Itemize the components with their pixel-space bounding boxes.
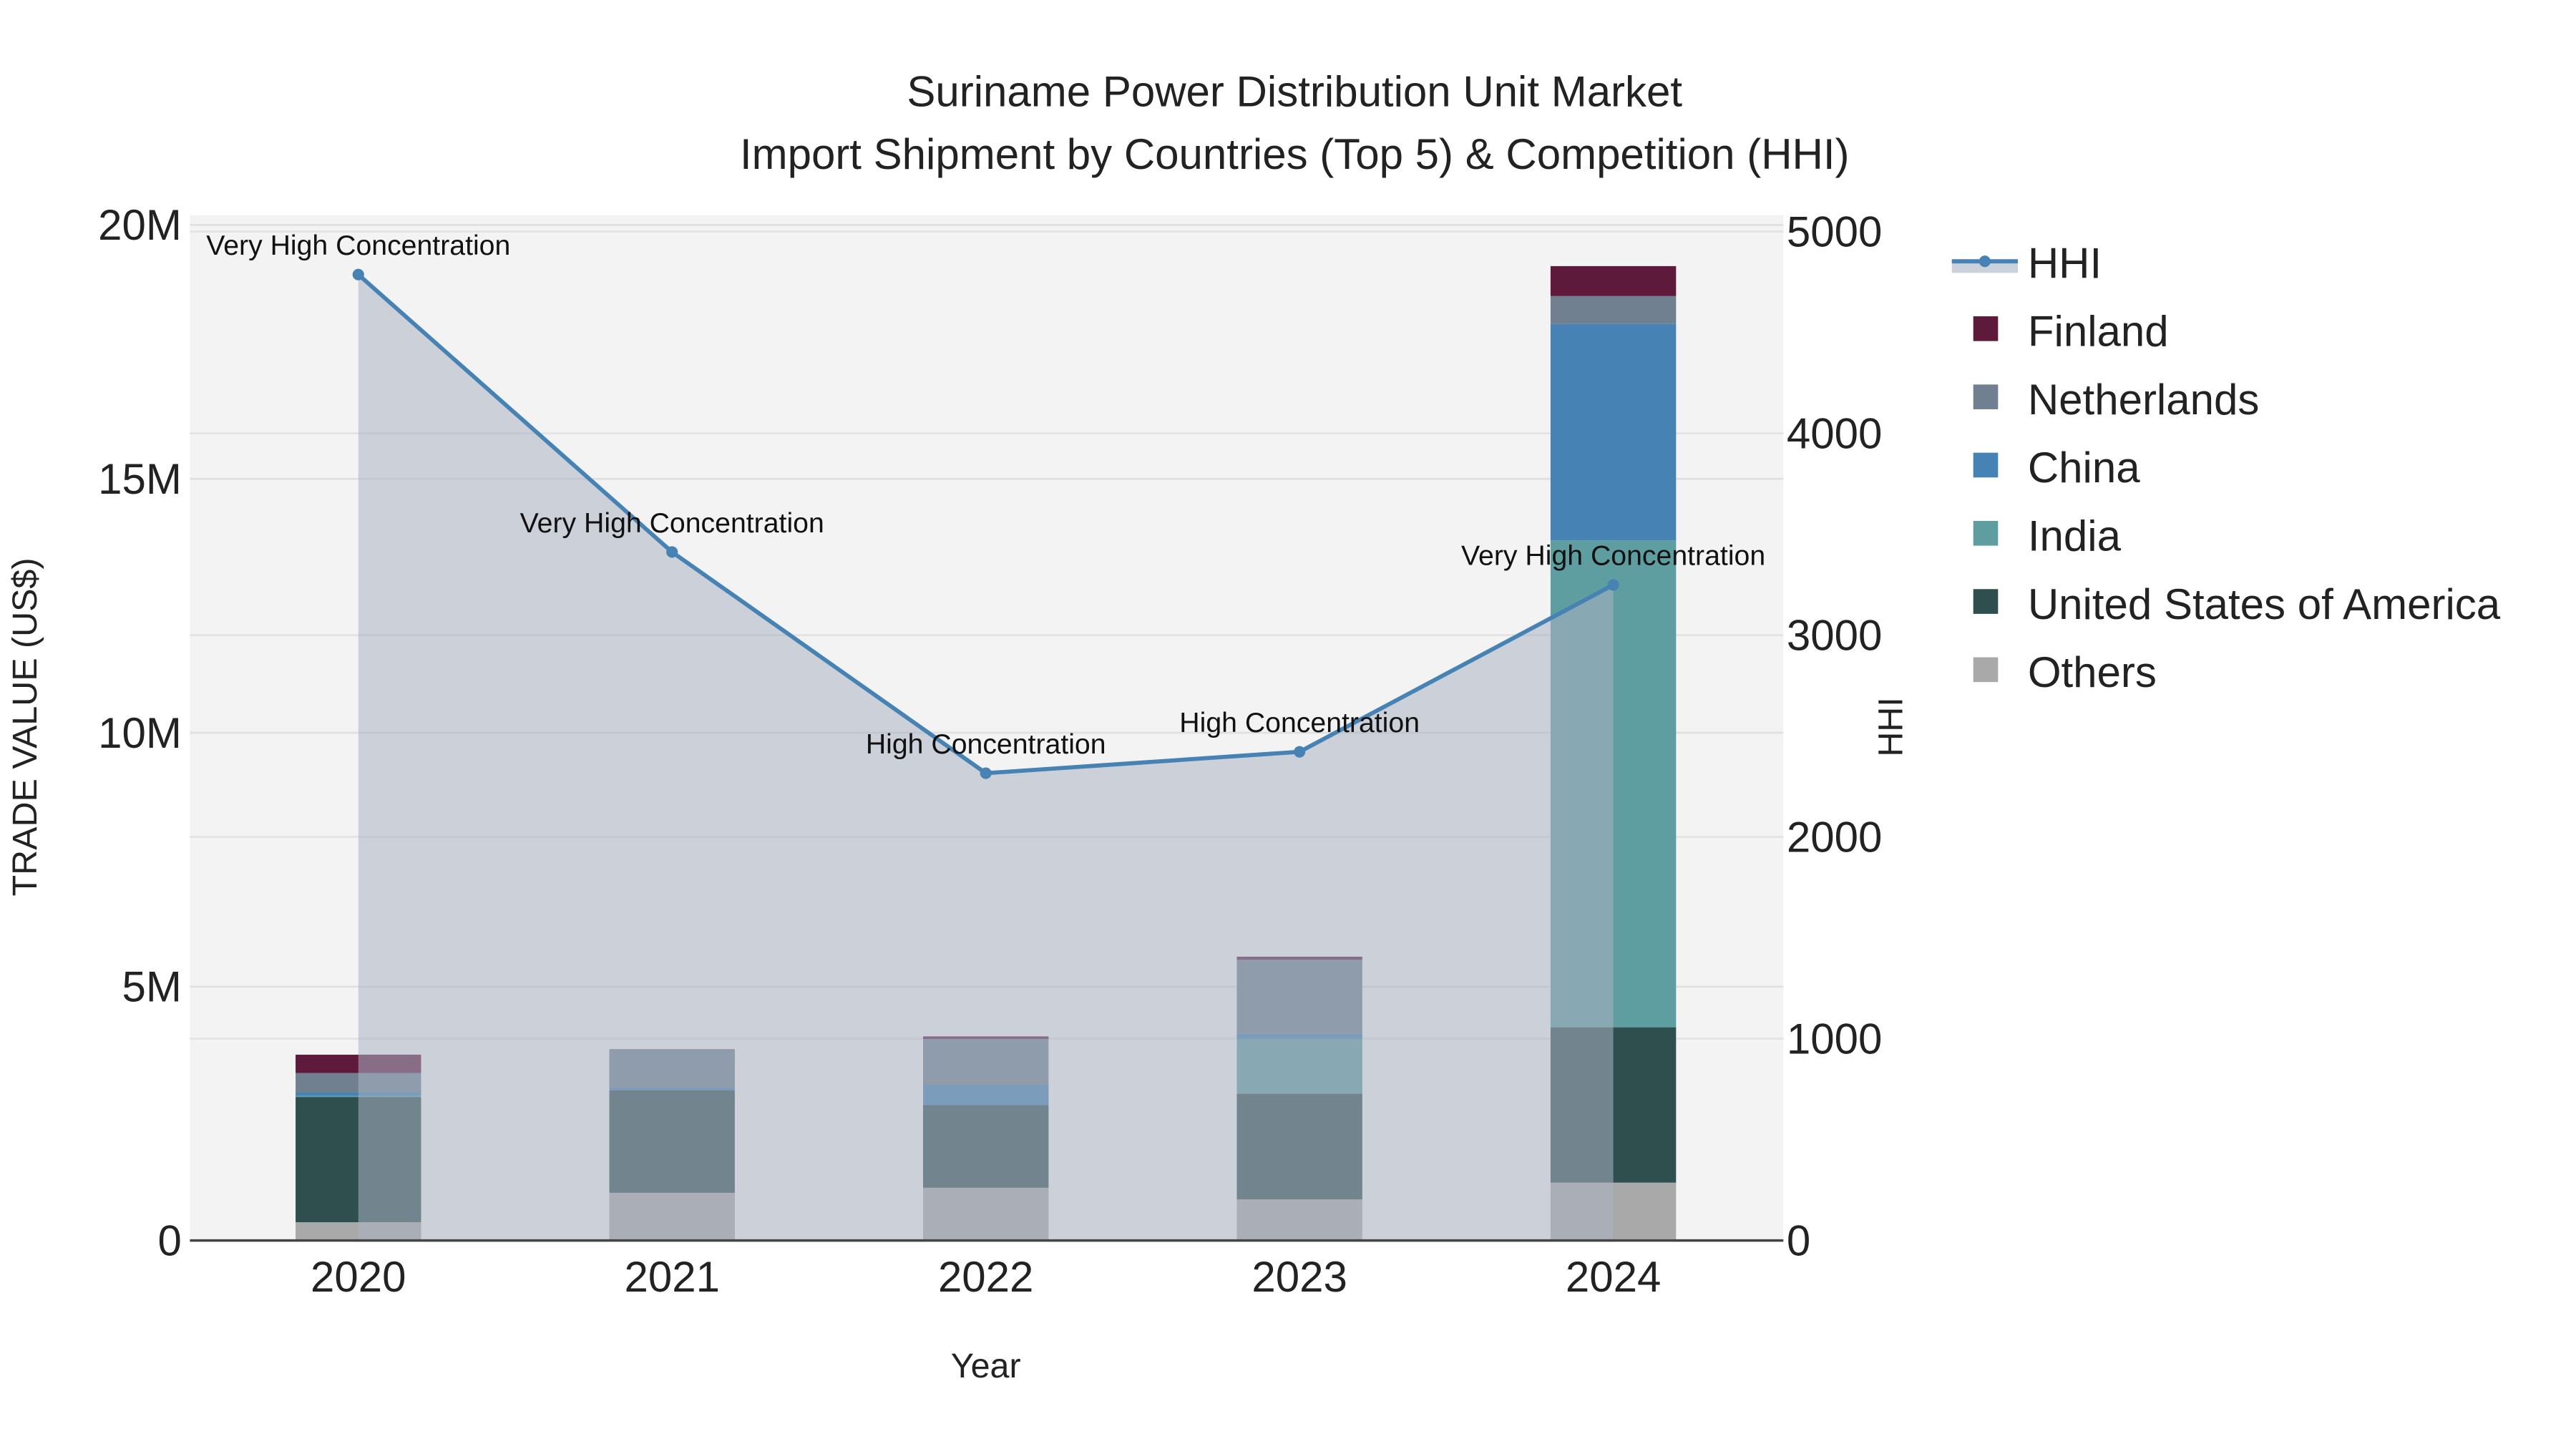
legend-swatch-india	[1973, 520, 1999, 546]
hhi-point-2020	[352, 268, 364, 280]
y-tick-label: 15M	[98, 455, 182, 503]
chart-title: Suriname Power Distribution Unit Market	[907, 67, 1682, 115]
hhi-annotation-2024: Very High Concentration	[1461, 540, 1765, 572]
y-tick-label: 5M	[122, 963, 181, 1011]
y-axis-ticks: 0 5M 10M 15M 20M	[98, 201, 182, 1264]
x-tick-label: 2023	[1252, 1253, 1347, 1301]
legend-label: United States of America	[2028, 580, 2501, 628]
y-tick-label: 20M	[98, 201, 182, 249]
hhi-annotation-2020: Very High Concentration	[206, 230, 510, 261]
legend-label: Finland	[2028, 308, 2169, 356]
legend-label: India	[2028, 512, 2122, 560]
bar-netherlands-2024	[1550, 296, 1677, 324]
legend-swatch-others	[1973, 657, 1999, 683]
legend: HHI Finland Netherlands China India United St…	[1951, 239, 2501, 696]
hhi-annotation-2023: High Concentration	[1179, 707, 1420, 738]
legend-swatch-china	[1973, 452, 1999, 478]
bar-china-2024	[1550, 323, 1677, 541]
y2-tick-label: 3000	[1787, 611, 1882, 659]
chart: Suriname Power Distribution Unit Market …	[6, 67, 2501, 1385]
legend-swatch-hhi-marker	[1979, 255, 1991, 268]
y2-tick-label: 1000	[1787, 1015, 1882, 1063]
x-tick-label: 2020	[311, 1253, 406, 1301]
legend-swatch-united-states-of-america	[1973, 589, 1999, 614]
x-tick-label: 2021	[624, 1253, 719, 1301]
hhi-point-2024	[1607, 579, 1619, 591]
x-tick-label: 2024	[1566, 1253, 1661, 1301]
y2-tick-label: 0	[1787, 1216, 1810, 1264]
y-axis-label: TRADE VALUE (US$)	[6, 557, 44, 896]
legend-label: China	[2028, 444, 2140, 492]
legend-label: Netherlands	[2028, 376, 2260, 424]
y2-axis-ticks: 0 1000 2000 3000 4000 5000	[1787, 208, 1882, 1264]
y-tick-label: 10M	[98, 709, 182, 757]
bar-finland-2024	[1550, 265, 1677, 296]
hhi-annotation-2021: Very High Concentration	[520, 507, 824, 539]
y2-tick-label: 4000	[1787, 409, 1882, 457]
hhi-point-2021	[666, 546, 678, 558]
y2-tick-label: 5000	[1787, 208, 1882, 255]
y2-axis-label: HHI	[1871, 697, 1910, 756]
x-axis-ticks: 2020 2021 2022 2023 2024	[311, 1253, 1661, 1301]
x-tick-label: 2022	[938, 1253, 1033, 1301]
legend-label: HHI	[2028, 239, 2102, 287]
hhi-annotation-2022: High Concentration	[866, 728, 1106, 760]
legend-swatch-finland	[1973, 316, 1999, 341]
chart-subtitle: Import Shipment by Countries (Top 5) & C…	[740, 130, 1850, 178]
hhi-point-2022	[980, 767, 992, 779]
hhi-point-2023	[1294, 746, 1306, 758]
y-tick-label: 0	[157, 1216, 181, 1264]
legend-swatch-netherlands	[1973, 384, 1999, 409]
x-axis-label: Year	[951, 1347, 1021, 1385]
y2-tick-label: 2000	[1787, 813, 1882, 861]
legend-label: Others	[2028, 648, 2157, 696]
